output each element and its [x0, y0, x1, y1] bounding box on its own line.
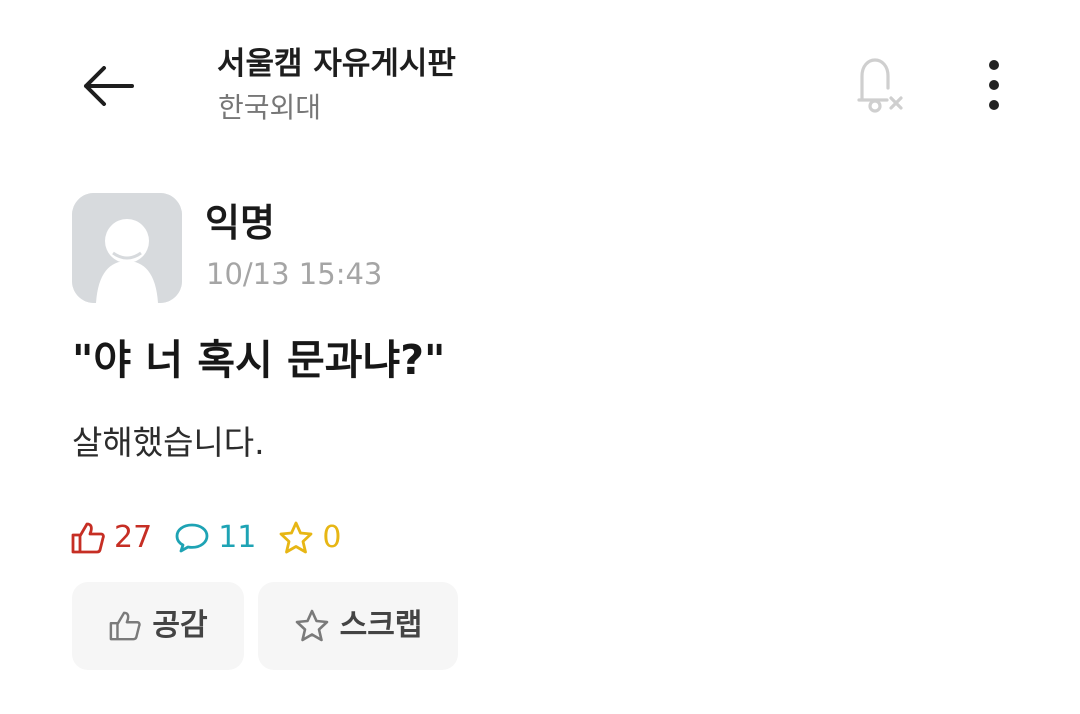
empathy-button[interactable]: 공감	[72, 582, 244, 670]
star-icon	[295, 609, 328, 642]
scrap-count-value: 0	[322, 520, 342, 555]
arrow-left-icon	[84, 66, 134, 106]
app-header: 서울캠 자유게시판 한국외대	[0, 0, 1080, 150]
like-count: 27	[70, 520, 152, 556]
scrap-button[interactable]: 스크랩	[258, 582, 458, 670]
empathy-button-label: 공감	[152, 608, 208, 643]
back-button[interactable]	[70, 55, 146, 117]
default-avatar-icon	[72, 193, 182, 303]
scrap-button-label: 스크랩	[339, 608, 423, 643]
thumbs-up-icon	[71, 522, 105, 554]
board-title: 서울캠 자유게시판	[217, 46, 456, 82]
speech-bubble-icon	[175, 523, 209, 553]
comment-count: 11	[174, 520, 256, 556]
school-name: 한국외대	[218, 91, 322, 124]
more-options-button[interactable]	[972, 56, 1016, 114]
post-body: 살해했습니다.	[72, 423, 265, 462]
author-name: 익명	[205, 201, 275, 245]
more-vertical-icon	[989, 60, 999, 110]
scrap-count: 0	[278, 520, 341, 556]
bell-off-icon	[857, 58, 903, 113]
thumbs-up-icon	[110, 611, 142, 641]
post-timestamp: 10/13 15:43	[206, 257, 383, 291]
avatar	[72, 193, 182, 303]
like-count-value: 27	[114, 520, 153, 555]
notification-toggle-button[interactable]	[848, 54, 910, 116]
post-stats: 27 11 0	[70, 518, 363, 558]
comment-count-value: 11	[218, 520, 257, 555]
star-icon	[279, 521, 313, 554]
post-title: "야 너 혹시 문과냐?"	[72, 336, 446, 384]
